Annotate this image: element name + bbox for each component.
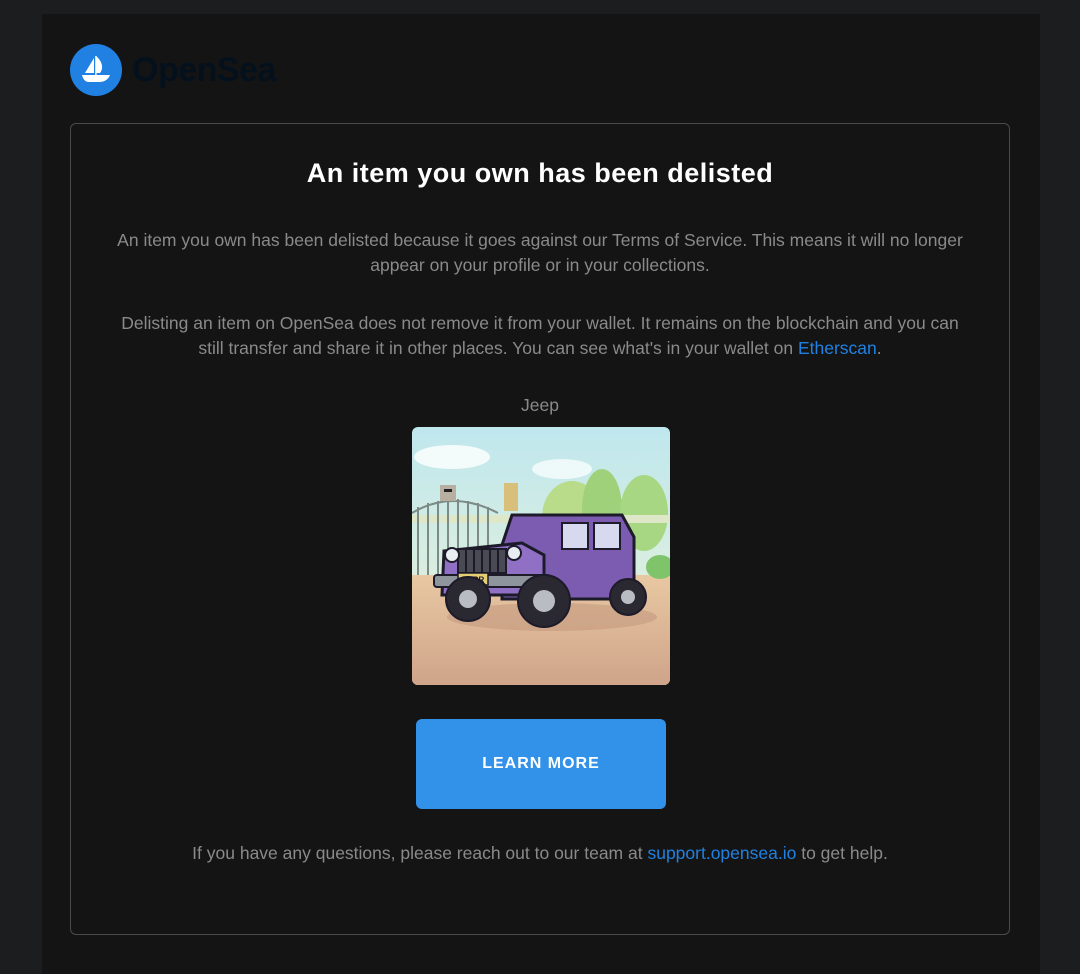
notice-title: An item you own has been delisted [306,158,774,188]
learn-more-button[interactable]: LEARN MORE [416,719,666,809]
notice-paragraph-2: Delisting an item on OpenSea does not re… [111,311,969,361]
opensea-boat-icon [70,44,122,96]
jeep-nft-image[interactable]: PURR [412,427,670,685]
footer-text-before: If you have any questions, please reach … [192,843,648,863]
brand-header[interactable]: OpenSea [70,44,276,96]
item-name: Jeep [521,395,559,415]
footer-text: If you have any questions, please reach … [91,843,989,864]
email-container: OpenSea An item you own has been deliste… [42,14,1040,974]
notice-card: An item you own has been delisted An ite… [70,123,1010,935]
support-link[interactable]: support.opensea.io [647,843,796,863]
notice-paragraph-2-end: . [876,338,882,358]
footer-text-after: to get help. [796,843,888,863]
etherscan-link[interactable]: Etherscan [798,338,877,358]
notice-paragraph-1: An item you own has been delisted becaus… [117,230,963,275]
brand-wordmark: OpenSea [132,50,276,89]
